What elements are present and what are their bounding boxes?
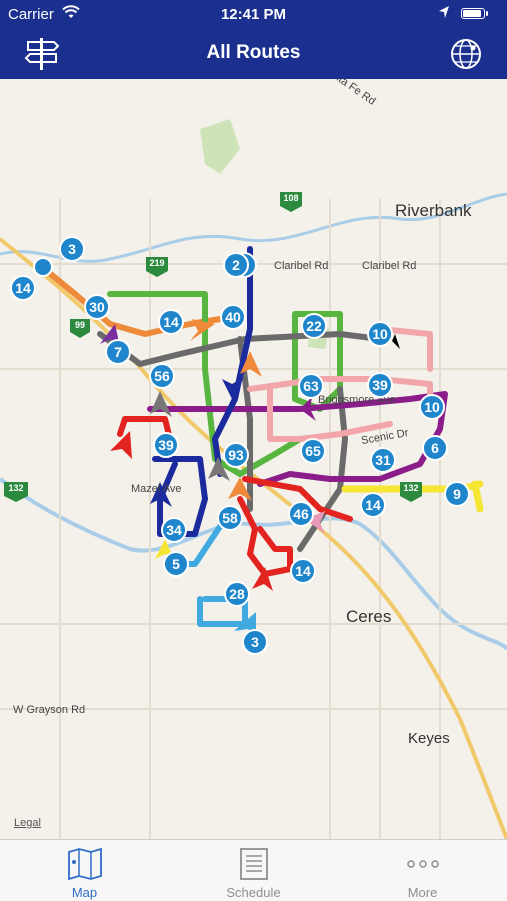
location-arrow-icon	[439, 6, 449, 18]
radar-globe-button[interactable]	[447, 36, 485, 72]
route-badge[interactable]: 58	[217, 505, 243, 531]
route-badge[interactable]: 3	[242, 629, 268, 655]
route-badge[interactable]: 93	[223, 442, 249, 468]
route-badge[interactable]: 31	[370, 447, 396, 473]
route-badge[interactable]: 39	[153, 432, 179, 458]
highway-shield-label: 219	[149, 258, 165, 268]
route-badge[interactable]: 65	[300, 438, 326, 464]
route-badge[interactable]: 46	[288, 501, 314, 527]
highway-shield-label: 99	[74, 320, 85, 330]
tab-more[interactable]: More	[338, 840, 507, 901]
route-badge[interactable]: 14	[10, 275, 36, 301]
highway-shield-label: 132	[403, 483, 419, 493]
tab-schedule-label: Schedule	[226, 885, 281, 900]
highway-shield-label: 132	[8, 483, 24, 493]
road-label-claribel-2: Claribel Rd	[362, 260, 417, 272]
tab-map[interactable]: Map	[0, 840, 169, 901]
page-title: All Routes	[206, 42, 301, 63]
route-badge[interactable]: 3	[59, 236, 85, 262]
route-badge[interactable]: 14	[158, 309, 184, 335]
route-badge[interactable]: 14	[360, 492, 386, 518]
place-label-keyes: Keyes	[408, 730, 450, 747]
schedule-icon	[240, 848, 268, 880]
route-badge[interactable]: 10	[419, 394, 445, 420]
navigation-bar: All Routes	[0, 30, 507, 79]
route-badge[interactable]: 63	[298, 373, 324, 399]
route-badge[interactable]: 40	[220, 304, 246, 330]
legal-link[interactable]: Legal	[14, 817, 41, 829]
tab-bar: Map Schedule More	[0, 839, 507, 901]
route-badge[interactable]: 56	[149, 363, 175, 389]
tab-map-label: Map	[71, 885, 98, 900]
route-badge[interactable]: 2	[223, 252, 249, 278]
status-bar: Carrier 12:41 PM	[0, 0, 507, 30]
place-label-ceres: Ceres	[346, 607, 392, 626]
place-label-riverbank: Riverbank	[395, 201, 472, 220]
route-badge[interactable]: 6	[422, 435, 448, 461]
route-badge[interactable]: 7	[105, 339, 131, 365]
route-badge[interactable]: 10	[367, 321, 393, 347]
more-dots-icon	[407, 860, 439, 868]
highway-shield-label: 108	[283, 193, 299, 203]
road-label-claribel-1: Claribel Rd	[274, 260, 329, 272]
route-badge[interactable]: 39	[367, 372, 393, 398]
road-label-grayson: W Grayson Rd	[13, 704, 86, 716]
radar-globe-icon	[451, 39, 481, 69]
tab-schedule[interactable]: Schedule	[169, 840, 338, 901]
route-map[interactable]: Riverbank Ceres Keyes Mazel Ave Claribel…	[0, 79, 507, 839]
route-badge[interactable]: 5	[163, 551, 189, 577]
tab-more-label: More	[407, 885, 438, 900]
clock: 12:41 PM	[220, 6, 287, 23]
route-badge[interactable]: 14	[290, 558, 316, 584]
road-label-mazel: Mazel Ave	[131, 483, 182, 495]
route-badge[interactable]: 30	[84, 294, 110, 320]
route-badge[interactable]: 9	[444, 481, 470, 507]
route-badge[interactable]: 28	[224, 581, 250, 607]
map-icon	[68, 848, 102, 880]
route-badge[interactable]: 34	[161, 517, 187, 543]
battery-icon	[461, 8, 488, 19]
route-badge[interactable]: 22	[301, 313, 327, 339]
